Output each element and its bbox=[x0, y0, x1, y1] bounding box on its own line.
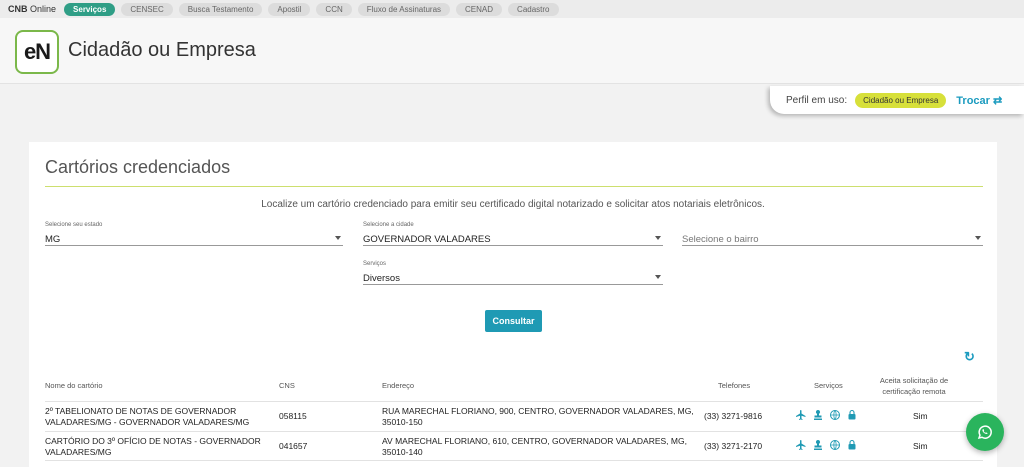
nav-ccn[interactable]: CCN bbox=[316, 2, 352, 16]
cidade-select[interactable]: Selecione a cidade GOVERNADOR VALADARES bbox=[363, 222, 663, 246]
estado-label: Selecione seu estado bbox=[45, 222, 103, 228]
profile-bar: Perfil em uso: Cidadão ou Empresa Trocar… bbox=[770, 86, 1024, 114]
nav-cadastro[interactable]: Cadastro bbox=[508, 2, 559, 16]
whatsapp-button[interactable] bbox=[966, 413, 1004, 451]
notary-stamp-icon[interactable] bbox=[812, 439, 824, 451]
profile-label: Perfil em uso: bbox=[786, 94, 848, 106]
airplane-icon[interactable] bbox=[795, 409, 807, 421]
whatsapp-icon bbox=[977, 425, 992, 440]
top-nav: CNB Online Serviços CENSEC Busca Testame… bbox=[0, 0, 1024, 18]
consultar-button[interactable]: Consultar bbox=[485, 310, 542, 332]
service-icons bbox=[795, 439, 858, 451]
service-icons bbox=[795, 409, 858, 421]
aceita-remota-value: Sim bbox=[913, 411, 928, 421]
estado-value: MG bbox=[45, 234, 61, 245]
table-row[interactable]: 2º TABELIONATO DE NOTAS DE GOVERNADOR VA… bbox=[45, 401, 983, 431]
en-logo[interactable]: eN bbox=[15, 30, 59, 74]
chevron-down-icon bbox=[335, 236, 341, 240]
chevron-down-icon bbox=[655, 275, 661, 279]
cartorio-name: CARTÓRIO DO 3º OFÍCIO DE NOTAS - GOVERNA… bbox=[45, 436, 261, 457]
swap-arrows-icon: ⇄ bbox=[993, 94, 1003, 107]
cartorio-telefone: (33) 3271-9816 bbox=[704, 411, 763, 421]
refresh-icon[interactable]: ↻ bbox=[964, 349, 975, 365]
chevron-down-icon bbox=[655, 236, 661, 240]
cnb-online-brand[interactable]: CNB Online bbox=[8, 4, 56, 14]
nav-fluxo-de-assinaturas[interactable]: Fluxo de Assinaturas bbox=[357, 2, 451, 16]
page-title: Cartórios credenciados bbox=[45, 157, 231, 177]
nav-cenad[interactable]: CENAD bbox=[456, 2, 503, 16]
cartorio-telefone: (33) 3271-2170 bbox=[704, 441, 763, 451]
table-row[interactable]: CARTÓRIO DO 3º OFÍCIO DE NOTAS - GOVERNA… bbox=[45, 431, 983, 461]
th-servicos: Serviços bbox=[814, 381, 843, 390]
th-endereco: Endereço bbox=[382, 381, 415, 390]
cartorio-cns: 041657 bbox=[279, 441, 308, 451]
cartorio-endereco: AV MARECHAL FLORIANO, 610, CENTRO, GOVER… bbox=[382, 436, 687, 457]
lock-icon[interactable] bbox=[846, 439, 858, 451]
servicos-label: Serviços bbox=[363, 261, 387, 267]
switch-profile-button[interactable]: Trocar ⇄ bbox=[956, 94, 1002, 107]
airplane-icon[interactable] bbox=[795, 439, 807, 451]
globe-icon[interactable] bbox=[829, 409, 841, 421]
estado-select[interactable]: Selecione seu estado MG bbox=[45, 222, 343, 246]
th-nome: Nome do cartório bbox=[45, 381, 103, 390]
nav-apostil[interactable]: Apostil bbox=[268, 2, 311, 16]
chevron-down-icon bbox=[975, 236, 981, 240]
intro-text: Localize um cartório credenciado para em… bbox=[261, 199, 765, 210]
cartorios-card: Cartórios credenciados Localize um cartó… bbox=[29, 142, 997, 467]
th-aceita-remota: Aceita solicitação de certificação remot… bbox=[879, 376, 949, 396]
th-cns: CNS bbox=[279, 381, 295, 390]
servicos-value: Diversos bbox=[363, 273, 400, 284]
notary-stamp-icon[interactable] bbox=[812, 409, 824, 421]
servicos-select[interactable]: Serviços Diversos bbox=[363, 261, 663, 285]
cartorio-cns: 058115 bbox=[279, 411, 307, 421]
cidade-label: Selecione a cidade bbox=[363, 222, 414, 228]
site-header: eN Cidadão ou Empresa bbox=[0, 18, 1024, 84]
lock-icon[interactable] bbox=[846, 409, 858, 421]
cartorio-endereco: RUA MARECHAL FLORIANO, 900, CENTRO, GOVE… bbox=[382, 406, 694, 427]
title-divider bbox=[45, 186, 983, 187]
nav-servicos[interactable]: Serviços bbox=[64, 2, 116, 16]
nav-busca-testamento[interactable]: Busca Testamento bbox=[178, 2, 263, 16]
profile-badge: Cidadão ou Empresa bbox=[855, 92, 947, 108]
bairro-select[interactable]: Selecione o bairro bbox=[682, 224, 983, 246]
cartorio-name: 2º TABELIONATO DE NOTAS DE GOVERNADOR VA… bbox=[45, 406, 250, 427]
th-telefones: Telefones bbox=[718, 381, 751, 390]
site-title: Cidadão ou Empresa bbox=[68, 39, 256, 61]
bairro-placeholder: Selecione o bairro bbox=[682, 234, 759, 245]
cidade-value: GOVERNADOR VALADARES bbox=[363, 234, 491, 245]
aceita-remota-value: Sim bbox=[913, 441, 928, 451]
globe-icon[interactable] bbox=[829, 439, 841, 451]
nav-censec[interactable]: CENSEC bbox=[121, 2, 173, 16]
